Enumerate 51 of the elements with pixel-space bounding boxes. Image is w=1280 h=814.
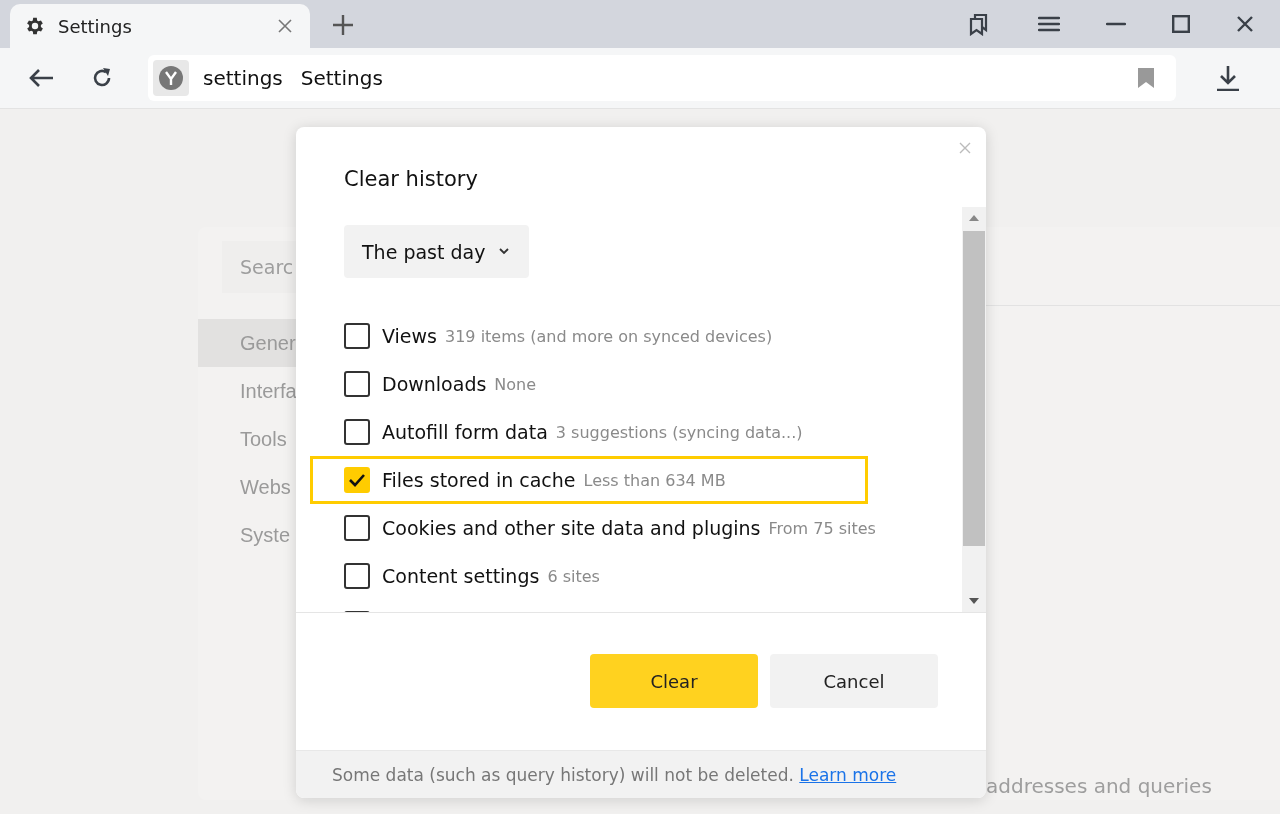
checkbox[interactable] (344, 419, 370, 445)
nav-item[interactable]: Gener (198, 319, 296, 367)
check-icon (348, 473, 366, 487)
dialog-title: Clear history (344, 167, 478, 193)
bookmark-icon[interactable] (1138, 68, 1154, 88)
nav-item[interactable]: Syste (198, 511, 296, 559)
option-label: Views (382, 325, 437, 347)
close-icon[interactable] (1236, 15, 1254, 33)
option-detail: None (494, 374, 537, 394)
option-detail: From 75 sites (768, 518, 876, 538)
option-detail: Less than 634 MB (583, 470, 726, 490)
option-label: Content settings (382, 565, 540, 587)
option-label: Files stored in cache (382, 469, 576, 491)
scroll-up-icon[interactable] (969, 215, 979, 221)
search-field[interactable]: Searc (222, 241, 296, 293)
setting-text: addresses and queries (986, 774, 1212, 798)
checkbox[interactable] (344, 563, 370, 589)
checkbox[interactable] (344, 371, 370, 397)
page-title: Settings (300, 66, 383, 90)
option-label: Downloads (382, 373, 487, 395)
gear-icon (24, 15, 46, 37)
browser-tab[interactable]: Settings (10, 4, 310, 48)
download-icon[interactable] (1216, 65, 1240, 91)
scroll-down-icon[interactable] (969, 598, 979, 604)
clear-button[interactable]: Clear (590, 654, 758, 708)
url-text: settings (203, 66, 283, 90)
checkbox[interactable] (344, 515, 370, 541)
option-label: Autofill form data (382, 421, 548, 443)
option-label: Cookies and other site data and plugins (382, 517, 761, 539)
nav-item[interactable]: Webs (198, 463, 296, 511)
chevron-down-icon (499, 248, 510, 255)
cancel-button[interactable]: Cancel (770, 654, 938, 708)
address-bar[interactable]: settings Settings (148, 55, 1176, 101)
back-icon[interactable] (28, 68, 54, 88)
close-icon[interactable] (278, 19, 292, 33)
option-detail: 6 sites (547, 566, 600, 586)
option-detail: 3 suggestions (syncing data...) (555, 422, 803, 442)
nav-item[interactable]: Tools (198, 415, 296, 463)
maximize-icon[interactable] (1172, 15, 1190, 33)
menu-icon[interactable] (1038, 16, 1060, 32)
minimize-icon[interactable] (1106, 22, 1126, 26)
tab-title: Settings (58, 15, 133, 37)
option-detail: 319 items (and more on synced devices) (445, 326, 773, 346)
nav-item[interactable]: Interfa (198, 367, 296, 415)
learn-more-link[interactable]: Learn more (799, 764, 897, 785)
scrollbar[interactable] (962, 207, 986, 612)
period-dropdown[interactable]: The past day (344, 225, 530, 278)
checkbox[interactable] (344, 323, 370, 349)
footer-note: Some data (such as query history) will not be deleted. Learn more (332, 764, 897, 785)
new-tab-icon[interactable] (332, 14, 354, 36)
site-icon (153, 60, 189, 96)
